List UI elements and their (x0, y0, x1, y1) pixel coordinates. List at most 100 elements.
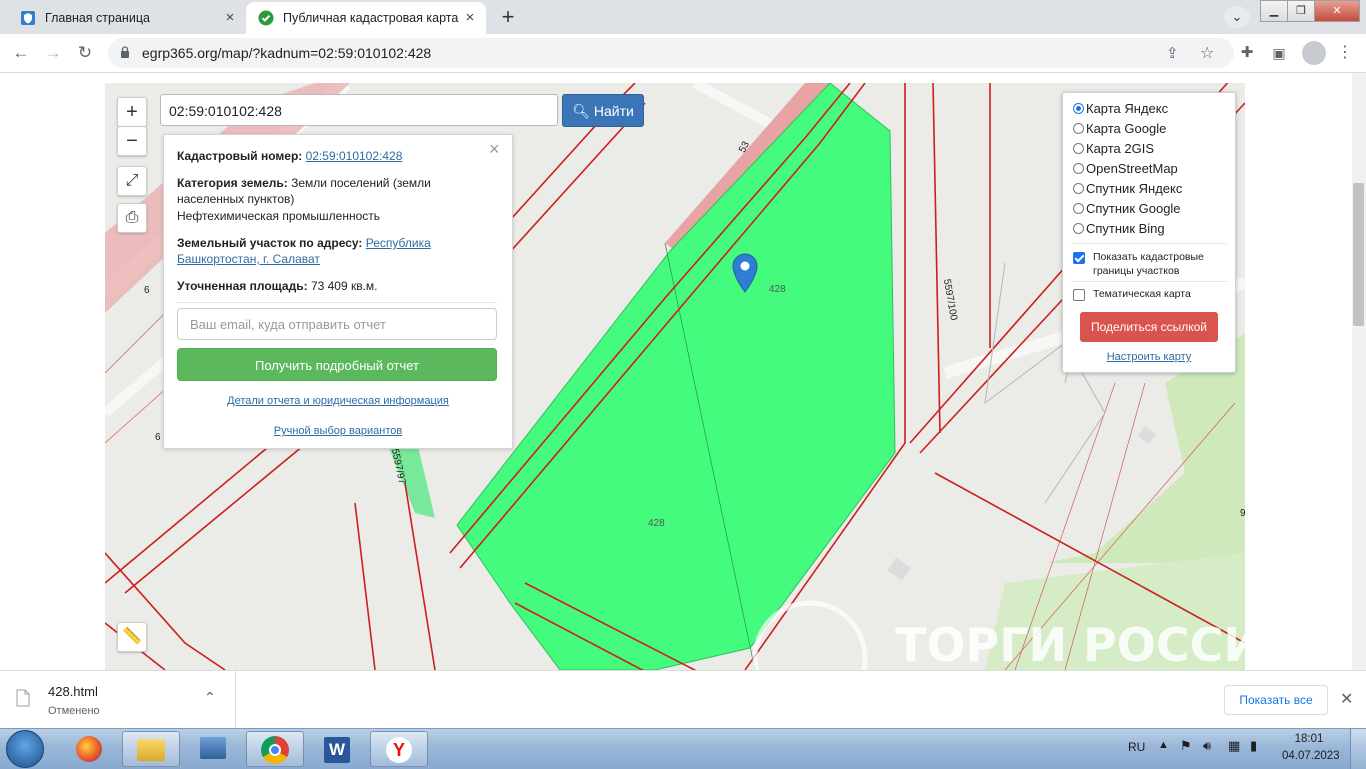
action-center-flag-icon[interactable]: ⚑ (1180, 738, 1192, 754)
menu-kebab-icon[interactable]: ⋮ (1332, 40, 1358, 66)
clock-time[interactable]: 18:01 (1282, 733, 1336, 745)
ruler-icon[interactable]: 📏 (117, 622, 147, 652)
battery-icon[interactable]: ▮ (1250, 738, 1257, 754)
windows-taskbar: W Y RU ▲ ⚑ 🔊︎ ▦ ▮ 18:01 04.07.2023 (0, 728, 1366, 769)
network-icon[interactable]: ▦ (1228, 738, 1240, 754)
download-item[interactable]: 428.html Отменено ⌃ (0, 671, 236, 729)
search-icon: 🔍︎ (572, 103, 590, 119)
page-scrollbar[interactable] (1352, 73, 1366, 670)
manual-selection-link[interactable]: Ручной выбор вариантов (164, 425, 512, 437)
cadastral-search-input[interactable]: 02:59:010102:428 (160, 94, 558, 126)
checkbox-icon[interactable] (1073, 289, 1085, 301)
yandex-browser-icon[interactable]: Y (370, 731, 428, 767)
pin-number-label: 428 (769, 284, 786, 295)
layer-option-yandex-sat[interactable]: Спутник Яндекс (1073, 178, 1182, 198)
email-field[interactable]: Ваш email, куда отправить отчет (177, 308, 497, 340)
minimize-button[interactable]: ▁ (1260, 0, 1288, 22)
parcel-polygon[interactable] (456, 83, 896, 670)
checkbox-icon[interactable] (1073, 252, 1085, 264)
forward-arrow-icon[interactable]: → (40, 40, 66, 66)
bookmark-star-icon[interactable]: ☆ (1200, 43, 1214, 63)
radio-icon[interactable] (1073, 142, 1084, 154)
share-icon[interactable]: ⇪ (1166, 44, 1179, 62)
layer-option-label: Спутник Google (1086, 200, 1181, 216)
configure-map-link[interactable]: Настроить карту (1063, 351, 1235, 363)
search-button[interactable]: 🔍︎ Найти (562, 94, 644, 127)
language-indicator[interactable]: RU (1128, 740, 1145, 754)
show-borders-toggle[interactable]: Показать кадастровые границы участков (1073, 250, 1213, 278)
close-icon[interactable]: × (489, 139, 500, 160)
close-icon[interactable]: × (222, 10, 238, 26)
print-icon[interactable]: ⎙ (117, 203, 147, 233)
show-desktop-button[interactable] (1350, 729, 1366, 769)
parcel-info-popup: × Кадастровый номер: 02:59:010102:428 Ка… (163, 134, 513, 449)
browser-toolbar: ← → ↻ egrp365.org/map/?kadnum=02:59:0101… (0, 34, 1366, 73)
zoom-out-button[interactable]: − (117, 126, 147, 156)
tab-cadastral-map[interactable]: Публичная кадастровая карта - × (246, 2, 486, 34)
check-circle-icon (258, 10, 274, 26)
radio-icon[interactable] (1073, 102, 1084, 114)
radio-icon[interactable] (1073, 162, 1084, 174)
back-arrow-icon[interactable]: ← (8, 40, 34, 66)
network-computer-icon[interactable] (184, 731, 242, 767)
land-category-label: Категория земель: (177, 176, 288, 190)
address-label: Земельный участок по адресу: (177, 236, 363, 250)
show-hidden-icons-arrow-icon[interactable]: ▲ (1158, 739, 1169, 751)
thematic-map-toggle[interactable]: Тематическая карта (1073, 287, 1191, 301)
extensions-puzzle-icon[interactable]: ✚ (1234, 40, 1260, 66)
layer-option-label: Карта Google (1086, 120, 1167, 136)
report-details-link[interactable]: Детали отчета и юридическая информация (164, 395, 512, 407)
layer-option-label: Спутник Bing (1086, 220, 1165, 236)
chevron-up-icon[interactable]: ⌃ (204, 689, 216, 706)
show-all-downloads-button[interactable]: Показать все (1224, 685, 1328, 715)
cadastral-number-link[interactable]: 02:59:010102:428 (306, 149, 403, 163)
tab-home[interactable]: Главная страница × (8, 2, 246, 34)
layer-option-label: OpenStreetMap (1086, 160, 1178, 176)
radio-icon[interactable] (1073, 202, 1084, 214)
tab-strip: Главная страница × Публичная кадастровая… (0, 0, 1366, 34)
edge-number-label: 6 (144, 285, 150, 296)
lock-icon[interactable] (120, 46, 130, 58)
layer-option-yandex-map[interactable]: Карта Яндекс (1073, 98, 1168, 118)
reload-icon[interactable]: ↻ (72, 40, 98, 66)
close-icon[interactable]: × (462, 10, 478, 26)
divider (1071, 243, 1227, 244)
land-use-value: Нефтехимическая промышленность (177, 209, 381, 223)
area-row: Уточненная площадь: 73 409 кв.м. (177, 278, 378, 294)
scrollbar-thumb[interactable] (1353, 183, 1364, 326)
fullscreen-expand-icon[interactable]: ⤢ (117, 166, 147, 196)
maximize-button[interactable]: ❐ (1287, 0, 1315, 22)
radio-icon[interactable] (1073, 122, 1084, 134)
start-button-icon[interactable] (6, 730, 44, 768)
chrome-icon[interactable] (246, 731, 304, 767)
land-category-row: Категория земель: Земли поселений (земли… (177, 175, 477, 207)
thematic-map-label: Тематическая карта (1093, 288, 1191, 300)
address-bar[interactable]: egrp365.org/map/?kadnum=02:59:010102:428… (108, 38, 1234, 68)
area-label: Уточненная площадь: (177, 279, 308, 293)
tab-cadastral-title: Публичная кадастровая карта - (283, 11, 462, 25)
radio-icon[interactable] (1073, 222, 1084, 234)
clock-date[interactable]: 04.07.2023 (1282, 750, 1340, 762)
cadastral-number-label: Кадастровый номер: (177, 149, 303, 163)
close-icon[interactable]: ✕ (1340, 689, 1353, 709)
layer-option-bing-sat[interactable]: Спутник Bing (1073, 218, 1165, 238)
layer-option-google-sat[interactable]: Спутник Google (1073, 198, 1181, 218)
volume-speaker-icon[interactable]: 🔊︎ (1203, 738, 1211, 754)
new-tab-button[interactable]: + (494, 4, 522, 30)
file-explorer-icon[interactable] (122, 731, 180, 767)
divider (1071, 281, 1227, 282)
layer-option-label: Карта 2GIS (1086, 140, 1155, 156)
word-icon[interactable]: W (308, 731, 366, 767)
profile-avatar-icon[interactable] (1302, 41, 1326, 65)
tab-search-chevron-icon[interactable]: ⌄ (1224, 6, 1250, 28)
get-report-button[interactable]: Получить подробный отчет (177, 348, 497, 381)
layer-option-2gis-map[interactable]: Карта 2GIS (1073, 138, 1154, 158)
side-panel-icon[interactable]: ▣ (1266, 40, 1292, 66)
share-link-button[interactable]: Поделиться ссылкой (1080, 312, 1218, 342)
zoom-in-button[interactable]: + (117, 97, 147, 127)
layer-option-google-map[interactable]: Карта Google (1073, 118, 1166, 138)
radio-icon[interactable] (1073, 182, 1084, 194)
layer-option-osm[interactable]: OpenStreetMap (1073, 158, 1178, 178)
firefox-icon[interactable] (60, 731, 118, 767)
window-close-button[interactable]: ✕ (1314, 0, 1360, 22)
